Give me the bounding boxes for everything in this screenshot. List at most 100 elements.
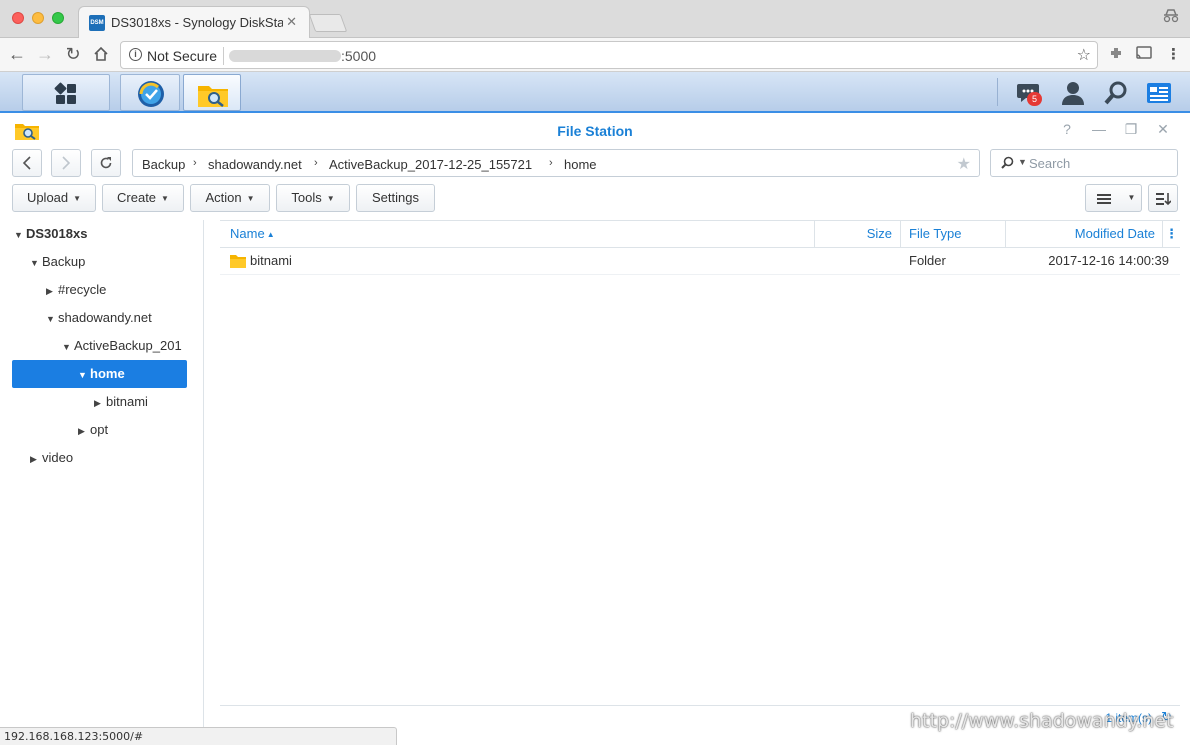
column-header-modified-date[interactable]: Modified Date <box>1005 221 1163 247</box>
notification-badge: 5 <box>1027 92 1042 106</box>
security-label[interactable]: Not Secure <box>147 48 217 64</box>
list-view-icon <box>1097 194 1111 204</box>
tree-node-opt[interactable]: ▶ opt <box>78 416 198 444</box>
minimize-icon[interactable]: — <box>1090 121 1108 137</box>
breadcrumb-item-backup[interactable]: Backup <box>142 157 185 172</box>
breadcrumb-item-home[interactable]: home <box>564 157 597 172</box>
widgets-icon[interactable] <box>1146 80 1172 106</box>
back-arrow-icon[interactable]: ← <box>6 43 28 65</box>
home-icon[interactable] <box>90 43 112 65</box>
forward-arrow-icon[interactable]: → <box>34 43 56 65</box>
bookmark-star-icon[interactable]: ☆ <box>1077 45 1091 65</box>
breadcrumb-separator-icon: › <box>314 157 318 169</box>
tree-node-backup[interactable]: ▼ Backup <box>30 248 200 276</box>
create-button[interactable]: Create ▼ <box>102 184 184 212</box>
table-row[interactable]: bitnami Folder 2017-12-16 14:00:39 <box>220 248 1180 275</box>
file-station-taskbar-button[interactable] <box>183 74 241 111</box>
list-view-button[interactable] <box>1085 184 1123 212</box>
file-list-header: Name ▲ Size File Type Modified Date ⋮ <box>220 220 1180 248</box>
collapsed-caret-icon[interactable]: ▶ <box>30 445 42 472</box>
tree-node-recycle[interactable]: ▶ #recycle <box>46 276 201 304</box>
action-label: Action <box>205 190 242 205</box>
upload-label: Upload <box>26 190 69 205</box>
search-options-caret-icon[interactable]: ▼ <box>1018 157 1027 167</box>
window-title: File Station <box>557 123 633 139</box>
collapsed-caret-icon[interactable]: ▶ <box>46 277 58 304</box>
favorite-star-icon[interactable]: ★ <box>957 154 971 174</box>
expanded-caret-icon[interactable]: ▼ <box>46 305 58 332</box>
sort-button[interactable] <box>1148 184 1178 212</box>
tools-label: Tools <box>291 190 322 205</box>
browser-tab-active[interactable]: DSM DS3018xs - Synology DiskStat ✕ <box>78 6 310 38</box>
extension-icon[interactable] <box>1108 45 1124 65</box>
expanded-caret-icon[interactable]: ▼ <box>78 361 90 388</box>
column-header-name[interactable]: Name ▲ <box>220 221 815 247</box>
column-header-size[interactable]: Size <box>814 221 900 247</box>
dropdown-caret-icon: ▼ <box>161 194 169 203</box>
browser-toolbar: ← → ↻ i Not Secure :5000 ☆ ⋮ <box>0 38 1190 72</box>
dropdown-caret-icon: ▼ <box>326 194 335 203</box>
tree-node-ds3018xs[interactable]: ▼ DS3018xs <box>14 220 199 248</box>
active-backup-taskbar-button[interactable] <box>120 74 180 111</box>
action-toolbar: Upload ▼ Create ▼ Action ▼ Tools ▼ Settings … <box>0 184 1190 214</box>
file-type: Folder <box>909 253 946 268</box>
search-magnifier-icon <box>1001 156 1014 169</box>
breadcrumb-item-shadowandy[interactable]: shadowandy.net <box>208 157 302 172</box>
expanded-caret-icon[interactable]: ▼ <box>62 333 74 360</box>
taskbar-separator <box>997 78 998 106</box>
help-icon[interactable]: ? <box>1058 121 1076 137</box>
expanded-caret-icon[interactable]: ▼ <box>30 249 42 276</box>
tab-close-icon[interactable]: ✕ <box>286 14 297 30</box>
restore-icon[interactable]: ❐ <box>1122 121 1140 138</box>
collapsed-caret-icon[interactable]: ▶ <box>94 389 106 416</box>
forward-button[interactable] <box>51 149 81 177</box>
incognito-icon <box>1162 9 1180 28</box>
action-button[interactable]: Action ▼ <box>190 184 270 212</box>
tree-node-video[interactable]: ▶ video <box>30 444 200 472</box>
user-icon[interactable] <box>1060 80 1086 106</box>
new-tab-button[interactable] <box>308 14 348 32</box>
cast-icon[interactable] <box>1135 45 1153 65</box>
reload-icon[interactable]: ↻ <box>62 43 84 65</box>
browser-tab-strip: DSM DS3018xs - Synology DiskStat ✕ <box>0 0 1190 38</box>
upload-button[interactable]: Upload ▼ <box>12 184 96 212</box>
refresh-icon <box>100 157 112 169</box>
window-minimize-button[interactable] <box>32 12 44 24</box>
window-zoom-button[interactable] <box>52 12 64 24</box>
search-input[interactable] <box>1029 155 1169 172</box>
breadcrumb-item-activebackup[interactable]: ActiveBackup_2017-12-25_155721 <box>329 157 532 172</box>
settings-button[interactable]: Settings <box>356 184 435 212</box>
tree-node-label: #recycle <box>58 282 107 297</box>
window-close-button[interactable] <box>12 12 24 24</box>
column-header-file-type[interactable]: File Type <box>900 221 1006 247</box>
back-button[interactable] <box>12 149 42 177</box>
dropdown-caret-icon: ▼ <box>246 194 255 203</box>
tree-node-shadowandy[interactable]: ▼ shadowandy.net <box>46 304 201 332</box>
dsm-favicon-icon: DSM <box>89 15 105 31</box>
column-header-label: Modified Date <box>1074 226 1155 241</box>
breadcrumb: Backup › shadowandy.net › ActiveBackup_2… <box>132 149 980 177</box>
refresh-button[interactable] <box>91 149 121 177</box>
main-menu-button[interactable] <box>22 74 110 111</box>
tree-node-label: DS3018xs <box>26 226 88 241</box>
folder-icon <box>230 255 246 268</box>
info-icon[interactable]: i <box>129 48 142 61</box>
address-bar[interactable]: i Not Secure :5000 ☆ <box>120 41 1098 69</box>
view-mode-dropdown[interactable]: ▼ <box>1122 184 1142 212</box>
file-station-window-titlebar: File Station ? — ❐ ✕ <box>0 115 1190 146</box>
close-icon[interactable]: ✕ <box>1154 121 1172 138</box>
breadcrumb-separator-icon: › <box>193 157 197 169</box>
navigation-row: Backup › shadowandy.net › ActiveBackup_2… <box>0 146 1190 180</box>
active-backup-icon <box>138 81 164 107</box>
search-icon[interactable] <box>1103 80 1129 106</box>
tree-node-activebackup[interactable]: ▼ ActiveBackup_201 <box>62 332 188 360</box>
tools-button[interactable]: Tools ▼ <box>276 184 350 212</box>
search-field[interactable]: ▼ <box>990 149 1178 177</box>
column-options-icon[interactable]: ⋮ <box>1162 221 1180 247</box>
chrome-menu-icon[interactable]: ⋮ <box>1166 45 1181 63</box>
address-separator <box>223 47 224 65</box>
tree-node-bitnami[interactable]: ▶ bitnami <box>94 388 200 416</box>
expanded-caret-icon[interactable]: ▼ <box>14 221 26 248</box>
collapsed-caret-icon[interactable]: ▶ <box>78 417 90 444</box>
tree-node-home[interactable]: ▼ home <box>12 360 187 388</box>
